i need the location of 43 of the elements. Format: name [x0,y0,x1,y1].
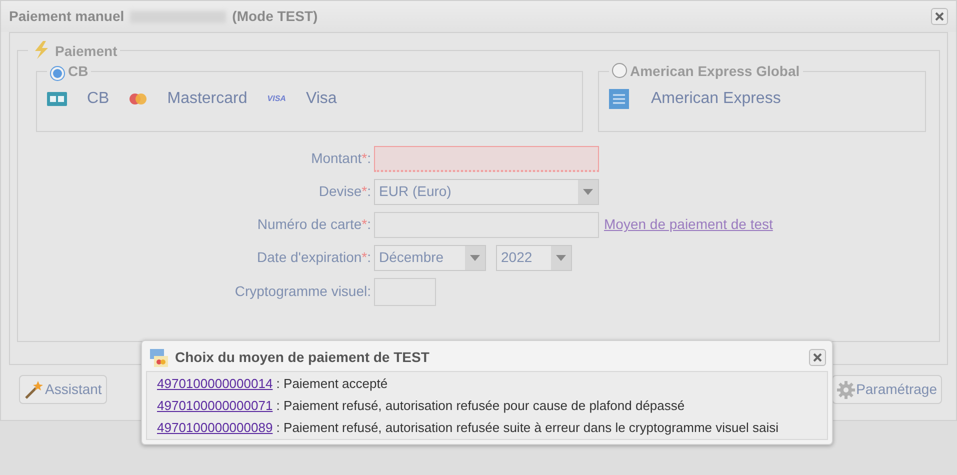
field-label: Montant*: [310,149,371,168]
settings-button[interactable]: Paramétrage [832,375,942,404]
wand-icon [24,380,44,400]
section-legend: Paiement [28,40,120,62]
radio-option[interactable]: American Express Global [609,62,803,82]
overlapping-circles-icon [129,93,148,106]
caret-icon [583,188,593,195]
dialog-title: Paiement manuel (Mode TEST) [9,7,318,26]
field-label: Numéro de carte*: [256,215,371,234]
card-number-link[interactable]: 4970100000000089 [157,420,273,435]
test-card-line: 4970100000000071 : Paiement refusé, autorisation refusée pour cause de plafond dépassé [157,397,685,415]
close-icon [933,10,946,23]
card-icon [47,92,67,106]
month-select[interactable]: Décembre [374,244,486,271]
close-button[interactable] [931,8,948,25]
input-field[interactable] [374,278,436,306]
visa-logo: VISA [267,93,286,106]
test-card-line: 4970100000000014 : Paiement accepté [157,375,388,393]
field-label: Date d'expiration*: [256,248,371,268]
close-icon [811,351,824,364]
card-number-link[interactable]: 4970100000000014 [157,376,273,391]
brand-name: CB [87,89,110,110]
radio-option[interactable]: CB [47,62,92,82]
close-button[interactable] [809,349,826,366]
input-field[interactable] [374,212,599,238]
brand-name: American Express [651,89,781,110]
assistant-button[interactable]: Assistant [19,375,107,404]
card-logo-icon [609,89,629,110]
test-card-line: 4970100000000089 : Paiement refusé, autorisation refusée suite à erreur dans le cryptogramme visuel saisi [157,419,778,437]
brand-name: Visa [306,89,337,110]
currency-select[interactable]: EUR (Euro) [374,178,599,205]
test-payment-link[interactable]: Moyen de paiement de test [604,214,773,236]
cards-icon [149,348,169,368]
gear-icon [837,380,856,398]
year-select[interactable]: 2022 [496,244,572,271]
field-label: Cryptogramme visuel: [234,282,371,302]
caret-icon [556,254,566,261]
popup-title: Choix du moyen de paiement de TEST [175,348,430,367]
input-field[interactable] [374,146,599,172]
field-label: Devise*: [318,182,371,202]
caret-icon [470,254,480,261]
card-number-link[interactable]: 4970100000000071 [157,398,273,413]
brand-name: Mastercard [167,89,248,110]
